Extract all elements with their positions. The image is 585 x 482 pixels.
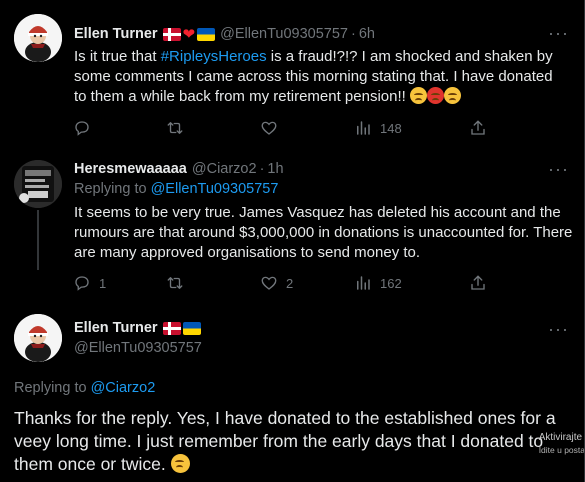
avatar[interactable] [14, 160, 62, 208]
mention-link[interactable]: @EllenTu09305757 [151, 181, 279, 197]
tweet-header: Ellen Turner [74, 320, 201, 336]
reply-icon [75, 276, 89, 291]
more-icon[interactable]: ··· [548, 24, 569, 42]
watermark-line2: Idite u posta [538, 445, 585, 455]
tweet-header: Heresmewaaaaa @Ciarzo2 · 1h [74, 161, 284, 177]
tweet-thread: Ellen Turner ❤ @EllenTu09305757 · 6h ···… [0, 0, 585, 482]
replying-to: Replying to @EllenTu09305757 [74, 181, 278, 197]
retweet-icon [167, 122, 183, 134]
hashtag-link[interactable]: #RipleysHeroes [161, 48, 267, 65]
ukraine-flag [182, 321, 201, 335]
view-count: 162 [380, 275, 402, 291]
replying-to: Replying to @Ciarzo2 [14, 380, 155, 396]
user-handle[interactable]: @EllenTu09305757 [220, 26, 348, 42]
like-count: 2 [286, 275, 294, 291]
reply-button[interactable] [73, 119, 99, 137]
views-button[interactable]: 148 [354, 119, 402, 137]
user-handle[interactable]: @EllenTu09305757 [74, 340, 202, 356]
views-icon [357, 121, 370, 135]
more-icon[interactable]: ··· [548, 160, 569, 178]
reply-icon [75, 121, 89, 136]
tweet-text: It seems to be very true. James Vasquez … [74, 204, 573, 261]
dot-separator: · [259, 161, 265, 177]
heart-emoji: ❤ [182, 25, 196, 43]
avatar[interactable] [14, 314, 62, 362]
views-icon [357, 276, 370, 290]
denmark-flag [162, 27, 181, 41]
like-button[interactable] [260, 119, 286, 137]
watermark-line1: Aktivirajte [538, 432, 583, 443]
tweet-text: Thanks for the reply. Yes, I have donate… [14, 407, 574, 476]
avatar[interactable] [14, 14, 62, 62]
crying-emoji [443, 87, 461, 104]
views-button[interactable]: 162 [354, 274, 402, 292]
angry-emoji [426, 87, 444, 104]
replying-label: Replying to [74, 181, 147, 197]
retweet-icon [167, 277, 183, 289]
tweet-text-pre: Is it true that [74, 48, 161, 65]
retweet-button[interactable] [166, 119, 192, 137]
share-button[interactable] [469, 119, 487, 137]
timestamp[interactable]: 1h [267, 161, 283, 177]
like-button[interactable]: 2 [260, 274, 293, 292]
like-icon [261, 276, 277, 290]
view-count: 148 [380, 120, 402, 136]
tweet-text: Is it true that #RipleysHeroes is a frau… [74, 47, 564, 107]
timestamp[interactable]: 6h [359, 26, 375, 42]
more-icon[interactable]: ··· [548, 320, 569, 338]
reply-count: 1 [99, 275, 107, 291]
handle-row: @EllenTu09305757 [74, 340, 202, 356]
like-icon [261, 121, 277, 135]
name-emojis: ❤ [162, 25, 216, 43]
replying-label: Replying to [14, 380, 87, 396]
retweet-button[interactable] [166, 274, 192, 292]
share-icon [471, 275, 485, 290]
crying-emoji [409, 87, 427, 104]
user-handle[interactable]: @Ciarzo2 [192, 161, 257, 177]
reply-button[interactable]: 1 [73, 274, 106, 292]
share-icon [471, 120, 485, 135]
thread-connector [37, 210, 39, 270]
denmark-flag [162, 321, 181, 335]
ukraine-flag [197, 27, 216, 41]
display-name[interactable]: Ellen Turner [74, 26, 158, 42]
tweet-header: Ellen Turner ❤ @EllenTu09305757 · 6h [74, 26, 375, 42]
name-emojis [162, 321, 201, 335]
display-name[interactable]: Heresmewaaaaa [74, 161, 187, 177]
share-button[interactable] [469, 274, 487, 292]
tweet-text-content: Thanks for the reply. Yes, I have donate… [14, 408, 556, 474]
activation-watermark: Aktivirajte Idite u posta [539, 432, 585, 455]
relieved-emoji [170, 454, 190, 473]
dot-separator: · [350, 26, 356, 42]
mention-link[interactable]: @Ciarzo2 [91, 380, 156, 396]
display-name[interactable]: Ellen Turner [74, 320, 158, 336]
